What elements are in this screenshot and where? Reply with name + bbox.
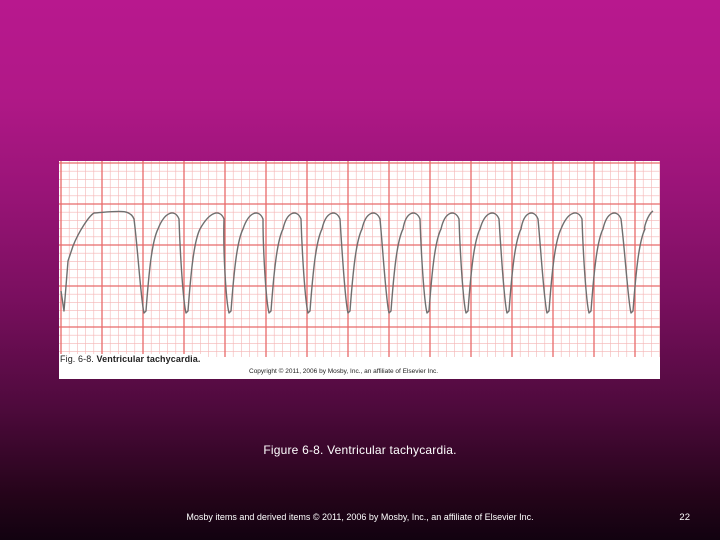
figure-copyright: Copyright © 2011, 2006 by Mosby, Inc., a… bbox=[249, 368, 439, 375]
slide-caption: Figure 6-8. Ventricular tachycardia. bbox=[263, 443, 457, 457]
slide: Fig. 6-8. Ventricular tachycardia. Copyr… bbox=[0, 0, 720, 540]
ecg-trace bbox=[60, 210, 654, 314]
figure-label-title: Ventricular tachycardia. bbox=[96, 354, 201, 364]
page-number: 22 bbox=[679, 512, 690, 523]
figure-label-number: Fig. 6-8. bbox=[60, 354, 94, 364]
ecg-figure: Fig. 6-8. Ventricular tachycardia. Copyr… bbox=[59, 161, 660, 379]
footer-copyright: Mosby items and derived items © 2011, 20… bbox=[186, 512, 534, 522]
figure-label: Fig. 6-8. Ventricular tachycardia. bbox=[60, 354, 203, 364]
ecg-grid-major bbox=[59, 161, 660, 357]
ecg-strip bbox=[59, 161, 660, 357]
